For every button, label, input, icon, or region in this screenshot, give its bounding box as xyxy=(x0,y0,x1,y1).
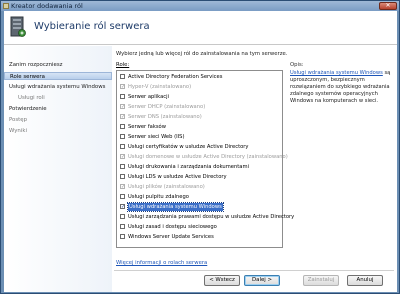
role-checkbox[interactable]: ✓ xyxy=(120,204,125,210)
role-item: ✓ Serwer DNS (zainstalowano) xyxy=(119,113,282,121)
role-checkbox[interactable] xyxy=(120,194,125,199)
role-label: Serwer faksów xyxy=(128,124,166,130)
nav-step-confirmation[interactable]: Potwierdzenie xyxy=(4,105,112,113)
more-info-link[interactable]: Więcej informacji o rolach serwera xyxy=(116,260,207,266)
role-item: ✓ Hyper-V (zainstalowano) xyxy=(119,83,282,91)
role-label: Serwer DHCP (zainstalowano) xyxy=(128,104,206,110)
close-button[interactable]: ✕ xyxy=(379,2,397,10)
role-checkbox[interactable] xyxy=(120,134,125,139)
next-button[interactable]: Dalej > xyxy=(244,275,280,286)
role-label: Usługi LDS w usłudze Active Directory xyxy=(128,174,227,180)
install-button[interactable]: Zainstaluj xyxy=(303,275,339,286)
role-item[interactable]: Usługi zarządzania prawami dostępu w usł… xyxy=(119,213,294,221)
role-item: ✓ Usługi domenowe w usłudze Active Direct… xyxy=(119,153,288,161)
footer-divider xyxy=(114,270,394,271)
role-item[interactable]: Serwer sieci Web (IIS) xyxy=(119,133,282,141)
wizard-header: Wybieranie ról serwera xyxy=(4,11,397,45)
role-checkbox[interactable] xyxy=(120,94,125,99)
description-link[interactable]: Usługi wdrażania systemu Windows xyxy=(290,70,383,76)
role-checkbox[interactable] xyxy=(120,224,125,229)
app-icon xyxy=(3,3,9,9)
roles-list[interactable]: Active Directory Federation Services ✓ Hyp… xyxy=(116,70,294,248)
role-label: Usługi drukowania i zarządzania dokument… xyxy=(128,164,249,170)
role-label: Usługi plików (zainstalowano) xyxy=(128,184,205,190)
role-label: Serwer DNS (zainstalowano) xyxy=(128,114,202,120)
role-checkbox: ✓ xyxy=(120,84,126,90)
role-label: Active Directory Federation Services xyxy=(128,74,223,80)
role-item[interactable]: Usługi pulpitu zdalnego xyxy=(119,193,282,201)
role-label: Usługi zasad i dostępu sieciowego xyxy=(128,224,217,230)
role-label: Usługi certyfikatów w usłudze Active Dir… xyxy=(128,144,249,150)
role-label: Hyper-V (zainstalowano) xyxy=(128,84,192,90)
role-item[interactable]: Usługi drukowania i zarządzania dokument… xyxy=(119,163,282,171)
role-item[interactable]: Serwer aplikacji xyxy=(119,93,282,101)
page-title: Wybieranie ról serwera xyxy=(34,21,150,32)
role-checkbox[interactable] xyxy=(120,234,125,239)
description-label: Opis: xyxy=(290,62,304,68)
role-item[interactable]: ✓ Usługi wdrażania systemu Windows xyxy=(119,202,282,212)
role-checkbox[interactable] xyxy=(120,144,125,149)
role-item[interactable]: Active Directory Federation Services xyxy=(119,73,282,81)
role-checkbox: ✓ xyxy=(120,114,126,120)
role-checkbox[interactable] xyxy=(120,74,125,79)
window-title: Kreator dodawania ról xyxy=(11,2,83,10)
role-label: Usługi wdrażania systemu Windows xyxy=(127,202,224,212)
cancel-button[interactable]: Anuluj xyxy=(347,275,383,286)
roles-label: Role: xyxy=(116,62,130,68)
role-checkbox[interactable] xyxy=(120,164,125,169)
role-item[interactable]: Usługi certyfikatów w usłudze Active Dir… xyxy=(119,143,282,151)
nav-step-server-roles[interactable]: Role serwera xyxy=(4,72,112,80)
role-item[interactable]: Serwer faksów xyxy=(119,123,282,131)
title-bar[interactable]: Kreator dodawania ról ✕ xyxy=(1,1,399,11)
wizard-window: Kreator dodawania ról ✕ Wybieranie ról s… xyxy=(0,0,400,294)
role-checkbox[interactable] xyxy=(120,214,125,219)
role-checkbox[interactable] xyxy=(120,174,125,179)
role-label: Windows Server Update Services xyxy=(128,234,214,240)
nav-step-progress: Postęp xyxy=(9,117,28,123)
nav-step-before-you-begin[interactable]: Zanim rozpoczniesz xyxy=(4,61,112,69)
role-item[interactable]: Usługi LDS w usłudze Active Directory xyxy=(119,173,282,181)
role-item: ✓ Usługi plików (zainstalowano) xyxy=(119,183,282,191)
role-label: Usługi domenowe w usłudze Active Directo… xyxy=(128,154,288,160)
role-label: Usługi pulpitu zdalnego xyxy=(128,194,189,200)
role-label: Usługi zarządzania prawami dostępu w usł… xyxy=(128,214,295,220)
role-label: Serwer aplikacji xyxy=(128,94,170,100)
role-item[interactable]: Usługi zasad i dostępu sieciowego xyxy=(119,223,282,231)
role-label: Serwer sieci Web (IIS) xyxy=(128,134,185,140)
nav-step-results: Wyniki xyxy=(9,128,27,134)
role-checkbox[interactable] xyxy=(120,124,125,129)
back-button[interactable]: < Wstecz xyxy=(204,275,240,286)
wizard-steps-nav: Zanim rozpoczniesz Role serwera Usługi w… xyxy=(4,46,112,292)
server-icon xyxy=(10,16,26,37)
role-item[interactable]: Windows Server Update Services xyxy=(119,233,282,241)
role-description: Usługi wdrażania systemu Windows są upro… xyxy=(290,70,396,105)
role-checkbox: ✓ xyxy=(120,184,126,190)
wizard-body: Wybieranie ról serwera Zanim rozpocznies… xyxy=(4,11,397,292)
role-checkbox: ✓ xyxy=(120,104,126,110)
role-checkbox: ✓ xyxy=(120,154,126,160)
main-content: Wybierz jedną lub więcej ról do zainstal… xyxy=(114,46,397,256)
intro-text: Wybierz jedną lub więcej ról do zainstal… xyxy=(116,51,288,57)
nav-step-wds[interactable]: Usługi wdrażania systemu Windows xyxy=(4,83,112,91)
nav-step-role-services: Usługi roli xyxy=(18,95,45,101)
role-item: ✓ Serwer DHCP (zainstalowano) xyxy=(119,103,282,111)
